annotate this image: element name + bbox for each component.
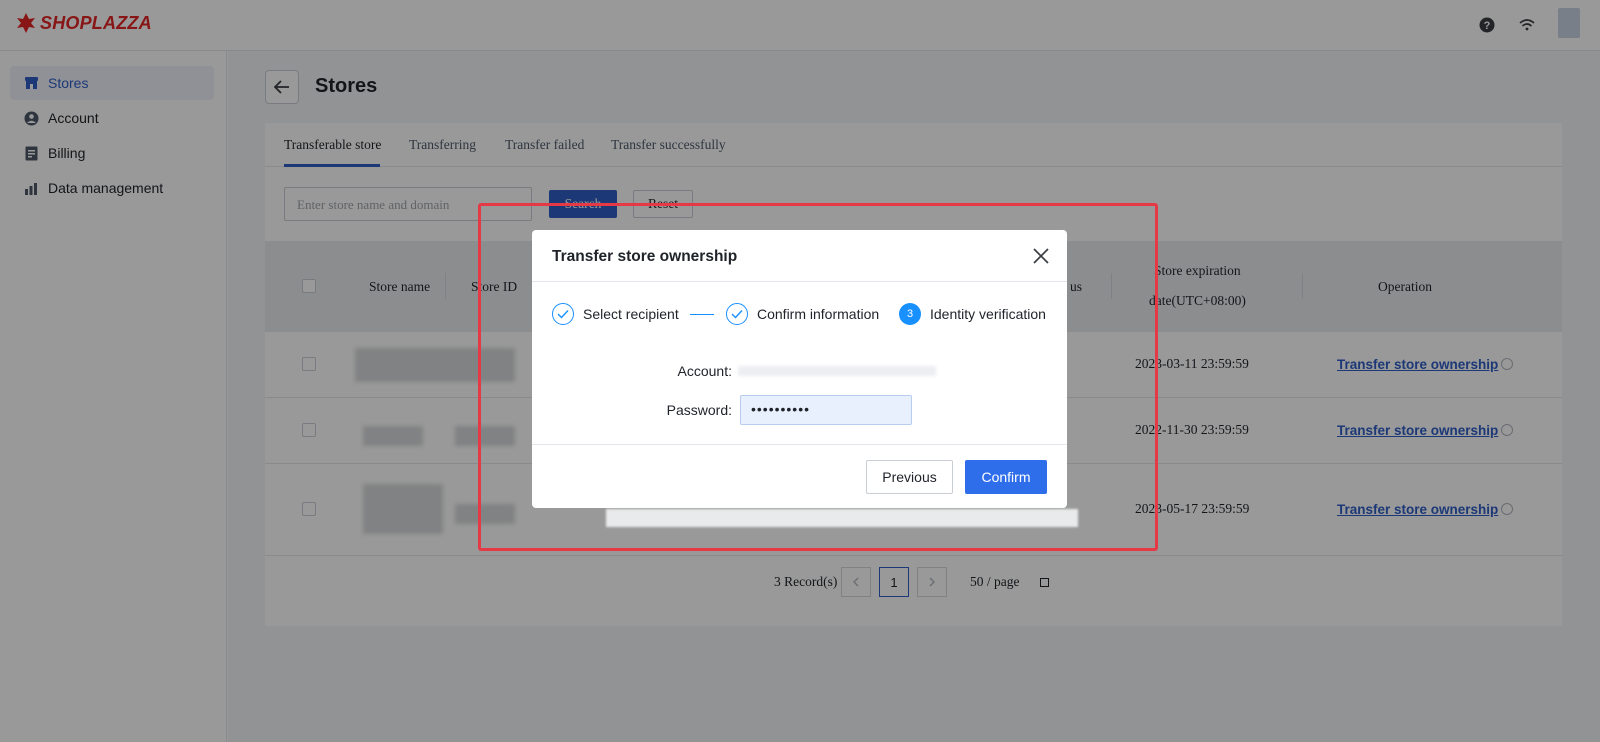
annotation-highlight-box	[478, 203, 1158, 551]
